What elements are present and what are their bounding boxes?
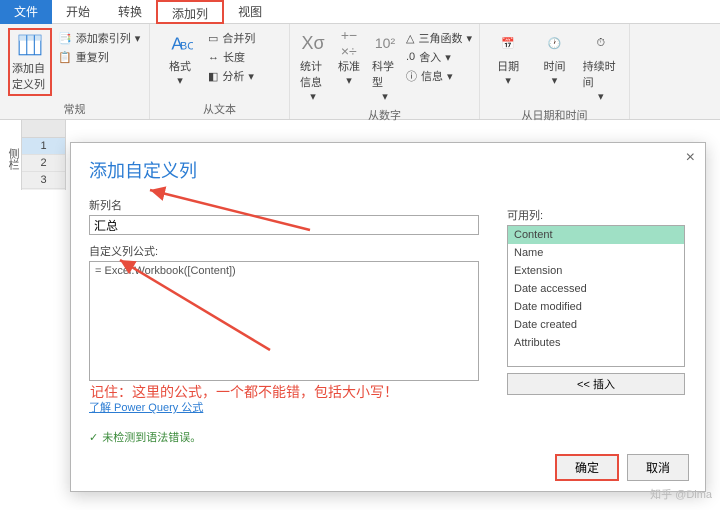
table-icon [17,32,43,58]
custom-column-label: 添加自定义列 [12,60,48,92]
date-button[interactable]: 📅日期 ▾ [488,28,528,89]
tab-add-column[interactable]: 添加列 [156,0,224,24]
info-icon: ⓘ [406,68,417,84]
duplicate-column-button[interactable]: 📋重复列 [58,49,140,65]
tab-start[interactable]: 开始 [52,0,104,24]
info-button[interactable]: ⓘ信息 ▾ [406,68,472,84]
sci-icon: 10² [372,30,398,56]
trig-button[interactable]: △三角函数 ▾ [406,30,472,46]
format-button[interactable]: ABC 格式 ▾ [158,28,202,89]
merge-icon: ▭ [208,32,218,45]
ok-button[interactable]: 确定 [555,454,619,481]
standard-icon: +−×÷ [336,30,362,56]
corner-cell[interactable] [22,120,65,138]
duration-icon: ⏱ [588,30,614,56]
group-number: 从数字 [298,105,471,125]
time-button[interactable]: 🕐时间 ▾ [534,28,574,89]
duplicate-icon: 📋 [58,51,72,64]
row-headers: 1 2 3 [22,120,66,190]
watermark: 知乎 @Dima [650,486,712,502]
syntax-status: ✓ 未检测到语法错误。 [89,429,687,445]
row-1[interactable]: 1 [22,138,65,155]
close-icon[interactable]: × [686,149,695,167]
list-item[interactable]: Name [508,244,684,262]
group-general: 常规 [8,99,141,119]
row-3[interactable]: 3 [22,172,65,189]
calendar-icon: 📅 [495,30,521,56]
check-icon: ✓ [89,431,98,444]
insert-button[interactable]: << 插入 [507,373,685,395]
length-button[interactable]: ↔长度 [208,49,255,65]
parse-button[interactable]: ◧分析 ▾ [208,68,255,84]
available-columns-list[interactable]: Content Name Extension Date accessed Dat… [507,225,685,367]
round-icon: .0 [406,51,415,63]
formula-input[interactable]: = Excel.Workbook([Content]) [89,261,479,381]
index-column-button[interactable]: 📑添加索引列 ▾ [58,30,140,46]
parse-icon: ◧ [208,70,218,83]
group-datetime: 从日期和时间 [488,105,621,125]
list-item[interactable]: Date modified [508,298,684,316]
tab-file[interactable]: 文件 [0,0,52,24]
side-panel-label[interactable]: 侧栏 [0,120,22,190]
list-item[interactable]: Attributes [508,334,684,352]
list-item[interactable]: Extension [508,262,684,280]
cancel-button[interactable]: 取消 [627,454,689,481]
trig-icon: △ [406,32,414,45]
tab-convert[interactable]: 转换 [104,0,156,24]
list-item[interactable]: Date accessed [508,280,684,298]
format-icon: ABC [167,30,193,56]
stats-button[interactable]: Xσ统计信息 ▾ [298,28,328,105]
custom-column-button[interactable]: 添加自定义列 [8,28,52,96]
standard-button[interactable]: +−×÷标准 ▾ [334,28,364,89]
tab-view[interactable]: 视图 [224,0,276,24]
svg-text:BC: BC [180,41,193,53]
available-columns-label: 可用列: [507,207,685,223]
learn-more-link[interactable]: 了解 Power Query 公式 [89,402,203,414]
ribbon: 添加自定义列 📑添加索引列 ▾ 📋重复列 常规 ABC 格式 ▾ ▭合并列 ↔长… [0,24,720,120]
menu-tabs: 文件 开始 转换 添加列 视图 [0,0,720,24]
add-custom-column-dialog: × 添加自定义列 新列名 自定义列公式: = Excel.Workbook([C… [70,142,706,492]
round-button[interactable]: .0舍入 ▾ [406,49,472,65]
sigma-icon: Xσ [300,30,326,56]
duration-button[interactable]: ⏱持续时间 ▾ [581,28,621,105]
merge-button[interactable]: ▭合并列 [208,30,255,46]
scientific-button[interactable]: 10²科学型 ▾ [370,28,400,105]
clock-icon: 🕐 [541,30,567,56]
index-icon: 📑 [58,32,72,45]
group-text: 从文本 [158,99,281,119]
list-item[interactable]: Content [508,226,684,244]
dialog-title: 添加自定义列 [89,157,687,183]
length-icon: ↔ [208,51,219,63]
list-item[interactable]: Date created [508,316,684,334]
new-column-input[interactable] [89,215,479,235]
row-2[interactable]: 2 [22,155,65,172]
